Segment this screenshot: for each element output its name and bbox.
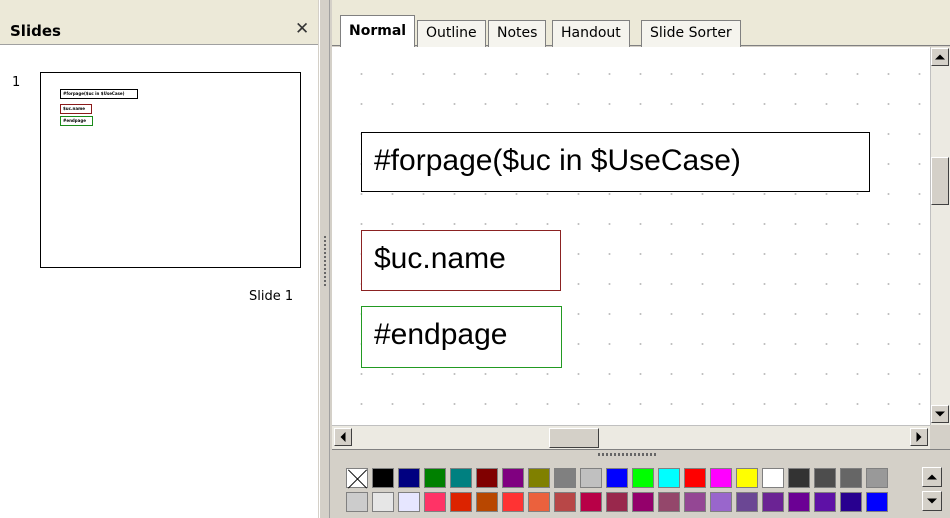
- tab-slide-sorter[interactable]: Slide Sorter: [641, 20, 741, 47]
- color-swatch[interactable]: [346, 492, 368, 512]
- slides-pane-title: Slides: [10, 22, 61, 40]
- color-bar-scroller: [922, 467, 944, 513]
- color-swatch[interactable]: [450, 468, 472, 488]
- color-swatch[interactable]: [840, 492, 862, 512]
- color-swatch[interactable]: [840, 468, 862, 488]
- color-swatch[interactable]: [866, 492, 888, 512]
- slide-canvas[interactable]: #forpage($uc in $UseCase) $uc.name #endp…: [332, 47, 930, 425]
- scrollbar-corner: [930, 425, 950, 449]
- color-swatches: [346, 468, 910, 512]
- color-bar: [332, 449, 950, 518]
- color-bar-grip-icon[interactable]: [598, 453, 658, 456]
- slide-label: Slide 1: [249, 289, 294, 304]
- pane-splitter[interactable]: [319, 0, 330, 518]
- scroll-down-button[interactable]: [931, 405, 949, 423]
- arrow-down-icon: [935, 411, 945, 417]
- tab-outline[interactable]: Outline: [417, 20, 486, 47]
- color-swatch[interactable]: [398, 492, 420, 512]
- text-shape-uc-name[interactable]: $uc.name: [361, 230, 561, 291]
- horizontal-scrollbar[interactable]: [332, 425, 930, 449]
- arrow-left-icon: [340, 432, 346, 442]
- text-shape-forpage[interactable]: #forpage($uc in $UseCase): [361, 132, 870, 192]
- vertical-scroll-thumb[interactable]: [931, 157, 949, 205]
- color-bar-scroll-up-button[interactable]: [922, 467, 942, 487]
- color-swatch[interactable]: [476, 492, 498, 512]
- splitter-grip-icon: [324, 236, 326, 288]
- color-swatch[interactable]: [528, 468, 550, 488]
- color-swatch[interactable]: [606, 468, 628, 488]
- scroll-right-button[interactable]: [910, 428, 928, 446]
- impress-window: Slides ✕ 1 #forpage($uc in $UseCase) $uc…: [0, 0, 950, 518]
- thumb-shape-name: $uc.name: [60, 104, 92, 114]
- thumb-shape-forpage: #forpage($uc in $UseCase): [60, 89, 138, 99]
- color-swatch[interactable]: [632, 492, 654, 512]
- color-swatch[interactable]: [814, 468, 836, 488]
- color-swatch[interactable]: [372, 468, 394, 488]
- color-swatch[interactable]: [684, 492, 706, 512]
- color-swatch[interactable]: [788, 468, 810, 488]
- color-swatch[interactable]: [710, 468, 732, 488]
- color-swatch[interactable]: [424, 492, 446, 512]
- color-swatch[interactable]: [788, 492, 810, 512]
- color-swatch[interactable]: [476, 468, 498, 488]
- slides-list: 1 #forpage($uc in $UseCase) $uc.name #en…: [0, 44, 318, 518]
- color-swatch[interactable]: [424, 468, 446, 488]
- scroll-left-button[interactable]: [334, 428, 352, 446]
- color-swatch[interactable]: [450, 492, 472, 512]
- view-tab-bar: Normal Outline Notes Handout Slide Sorte…: [332, 0, 950, 47]
- color-swatch-none[interactable]: [346, 468, 368, 488]
- color-swatch[interactable]: [736, 492, 758, 512]
- color-swatch[interactable]: [554, 468, 576, 488]
- scroll-up-button[interactable]: [931, 48, 949, 66]
- horizontal-scroll-thumb[interactable]: [549, 428, 599, 448]
- color-swatch[interactable]: [554, 492, 576, 512]
- color-swatch[interactable]: [866, 468, 888, 488]
- vertical-scrollbar[interactable]: [930, 47, 950, 425]
- color-bar-scroll-down-button[interactable]: [922, 491, 942, 511]
- color-swatch[interactable]: [502, 492, 524, 512]
- color-swatch[interactable]: [502, 468, 524, 488]
- color-swatch[interactable]: [372, 492, 394, 512]
- color-swatch[interactable]: [580, 468, 602, 488]
- slides-pane-header: Slides ✕: [0, 0, 318, 44]
- color-swatch[interactable]: [762, 492, 784, 512]
- arrow-up-icon: [935, 54, 945, 60]
- tab-handout[interactable]: Handout: [552, 20, 630, 47]
- color-swatch[interactable]: [736, 468, 758, 488]
- arrow-down-icon: [927, 498, 937, 504]
- color-swatch[interactable]: [658, 468, 680, 488]
- arrow-up-icon: [927, 474, 937, 480]
- color-swatch[interactable]: [658, 492, 680, 512]
- slides-pane: Slides ✕ 1 #forpage($uc in $UseCase) $uc…: [0, 0, 318, 518]
- color-swatch[interactable]: [580, 492, 602, 512]
- color-swatch[interactable]: [606, 492, 628, 512]
- color-swatch[interactable]: [710, 492, 732, 512]
- color-swatch[interactable]: [814, 492, 836, 512]
- close-icon[interactable]: ✕: [295, 19, 309, 39]
- color-swatch[interactable]: [762, 468, 784, 488]
- text-shape-endpage[interactable]: #endpage: [361, 306, 562, 368]
- tab-normal[interactable]: Normal: [340, 15, 416, 47]
- arrow-right-icon: [916, 432, 922, 442]
- color-swatch[interactable]: [398, 468, 420, 488]
- slide-thumbnail[interactable]: #forpage($uc in $UseCase) $uc.name #endp…: [40, 72, 301, 268]
- color-swatch[interactable]: [632, 468, 654, 488]
- color-swatch[interactable]: [684, 468, 706, 488]
- tab-notes[interactable]: Notes: [488, 20, 547, 47]
- color-swatch[interactable]: [528, 492, 550, 512]
- thumb-shape-endpage: #endpage: [60, 116, 93, 126]
- slide-number: 1: [12, 75, 21, 90]
